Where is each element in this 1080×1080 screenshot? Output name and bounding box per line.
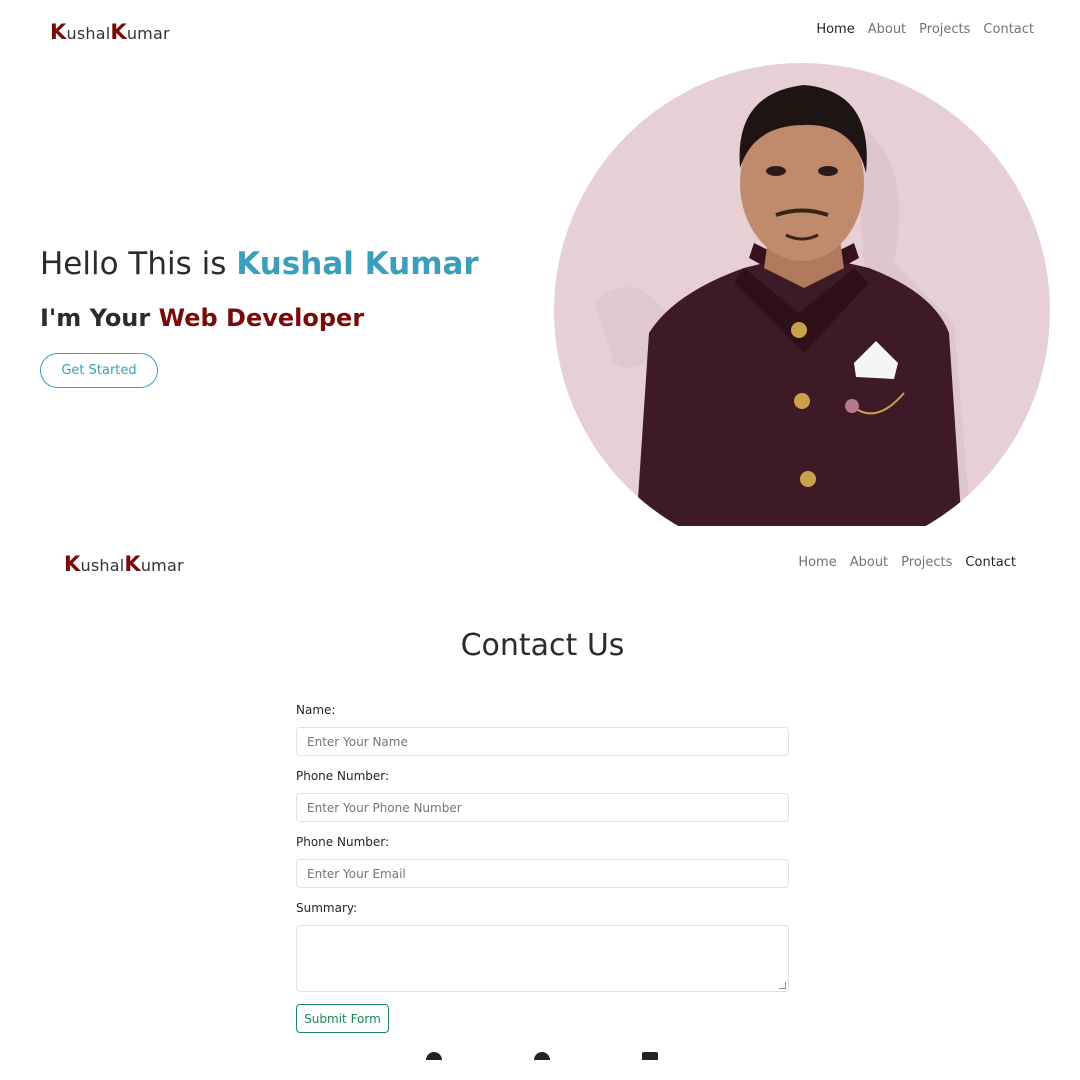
hero-subtitle: I'm Your Web Developer	[40, 304, 364, 332]
nav-home[interactable]: Home	[816, 22, 854, 37]
nav-projects[interactable]: Projects	[919, 22, 970, 37]
nav-about[interactable]: About	[850, 555, 888, 570]
portrait-illustration	[554, 63, 1050, 559]
brand-text: ushal	[80, 556, 125, 575]
name-label: Name:	[296, 703, 336, 717]
brand-initial: K	[110, 20, 127, 44]
phone-input[interactable]	[296, 793, 789, 822]
email-label: Phone Number:	[296, 835, 390, 849]
main-nav: Home About Projects Contact	[798, 555, 1016, 570]
profile-photo	[554, 63, 1050, 559]
summary-textarea[interactable]	[296, 925, 789, 992]
brand-text: umar	[126, 24, 170, 43]
brand-logo[interactable]: KushalKumar	[50, 20, 170, 44]
nav-contact[interactable]: Contact	[983, 22, 1034, 37]
hero-title: Hello This is Kushal Kumar	[40, 246, 479, 282]
social-icon[interactable]	[426, 1052, 442, 1060]
social-icon[interactable]	[642, 1052, 658, 1060]
name-input[interactable]	[296, 727, 789, 756]
phone-label: Phone Number:	[296, 769, 390, 783]
summary-label: Summary:	[296, 901, 358, 915]
hero-role: Web Developer	[158, 304, 365, 332]
nav-home[interactable]: Home	[798, 555, 836, 570]
hero-sub-prefix: I'm Your	[40, 304, 159, 332]
hero-greeting: Hello This is	[40, 246, 237, 282]
social-icon[interactable]	[534, 1052, 550, 1060]
contact-title: Contact Us	[460, 628, 625, 663]
brand-initial: K	[50, 20, 67, 44]
contact-form: Name: Phone Number: Phone Number: Summar…	[296, 703, 789, 1033]
hero-name: Kushal Kumar	[236, 246, 479, 282]
resize-handle-icon[interactable]	[779, 982, 786, 989]
email-input[interactable]	[296, 859, 789, 888]
brand-initial: K	[124, 552, 141, 576]
brand-initial: K	[64, 552, 81, 576]
submit-form-button[interactable]: Submit Form	[296, 1004, 389, 1033]
brand-logo[interactable]: KushalKumar	[64, 552, 184, 576]
main-nav: Home About Projects Contact	[816, 22, 1034, 37]
nav-about[interactable]: About	[868, 22, 906, 37]
nav-projects[interactable]: Projects	[901, 555, 952, 570]
get-started-button[interactable]: Get Started	[40, 353, 158, 388]
nav-contact[interactable]: Contact	[965, 555, 1016, 570]
brand-text: umar	[140, 556, 184, 575]
brand-text: ushal	[66, 24, 111, 43]
